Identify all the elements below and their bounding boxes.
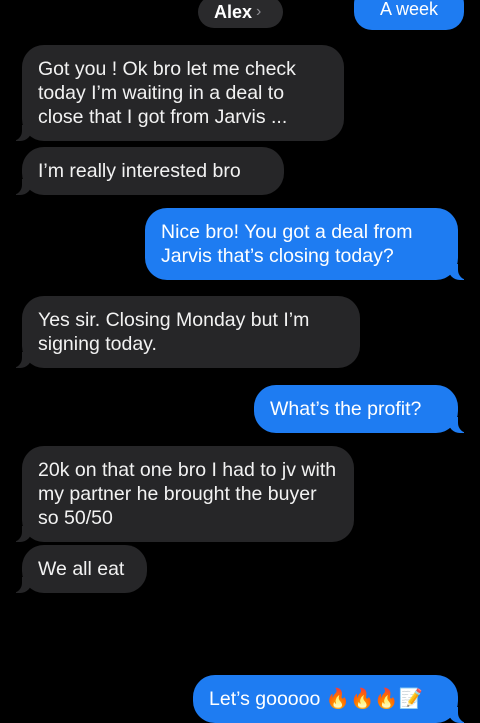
incoming-message[interactable]: I’m really interested bro (12, 147, 284, 195)
message-text: We all eat (38, 558, 125, 580)
incoming-message[interactable]: Yes sir. Closing Monday but I’m signing … (12, 296, 360, 368)
message-text: Let’s gooooo 🔥🔥🔥📝 (209, 688, 423, 710)
message-text: What’s the profit? (270, 398, 422, 420)
conversation-header: A week Alex › (0, 0, 480, 34)
partial-outgoing-message: A week (354, 0, 464, 30)
message-text: Nice bro! You got a deal from Jarvis tha… (161, 221, 413, 267)
incoming-message[interactable]: We all eat (12, 545, 147, 593)
outgoing-message[interactable]: Let’s gooooo 🔥🔥🔥📝 (193, 675, 468, 723)
partial-message-text: A week (379, 0, 439, 19)
incoming-message[interactable]: Got you ! Ok bro let me check today I’m … (12, 45, 344, 141)
contact-name: Alex (214, 1, 253, 22)
outgoing-message[interactable]: Nice bro! You got a deal from Jarvis tha… (145, 208, 468, 280)
contact-name-button[interactable]: Alex › (198, 0, 284, 28)
outgoing-message[interactable]: What’s the profit? (254, 385, 468, 433)
message-text: Got you ! Ok bro let me check today I’m … (38, 58, 296, 128)
message-text: Yes sir. Closing Monday but I’m signing … (38, 309, 310, 355)
message-text: I’m really interested bro (38, 160, 241, 182)
chevron-right-icon: › (256, 3, 262, 20)
message-text: 20k on that one bro I had to jv with my … (38, 459, 337, 529)
incoming-message[interactable]: 20k on that one bro I had to jv with my … (12, 446, 354, 542)
